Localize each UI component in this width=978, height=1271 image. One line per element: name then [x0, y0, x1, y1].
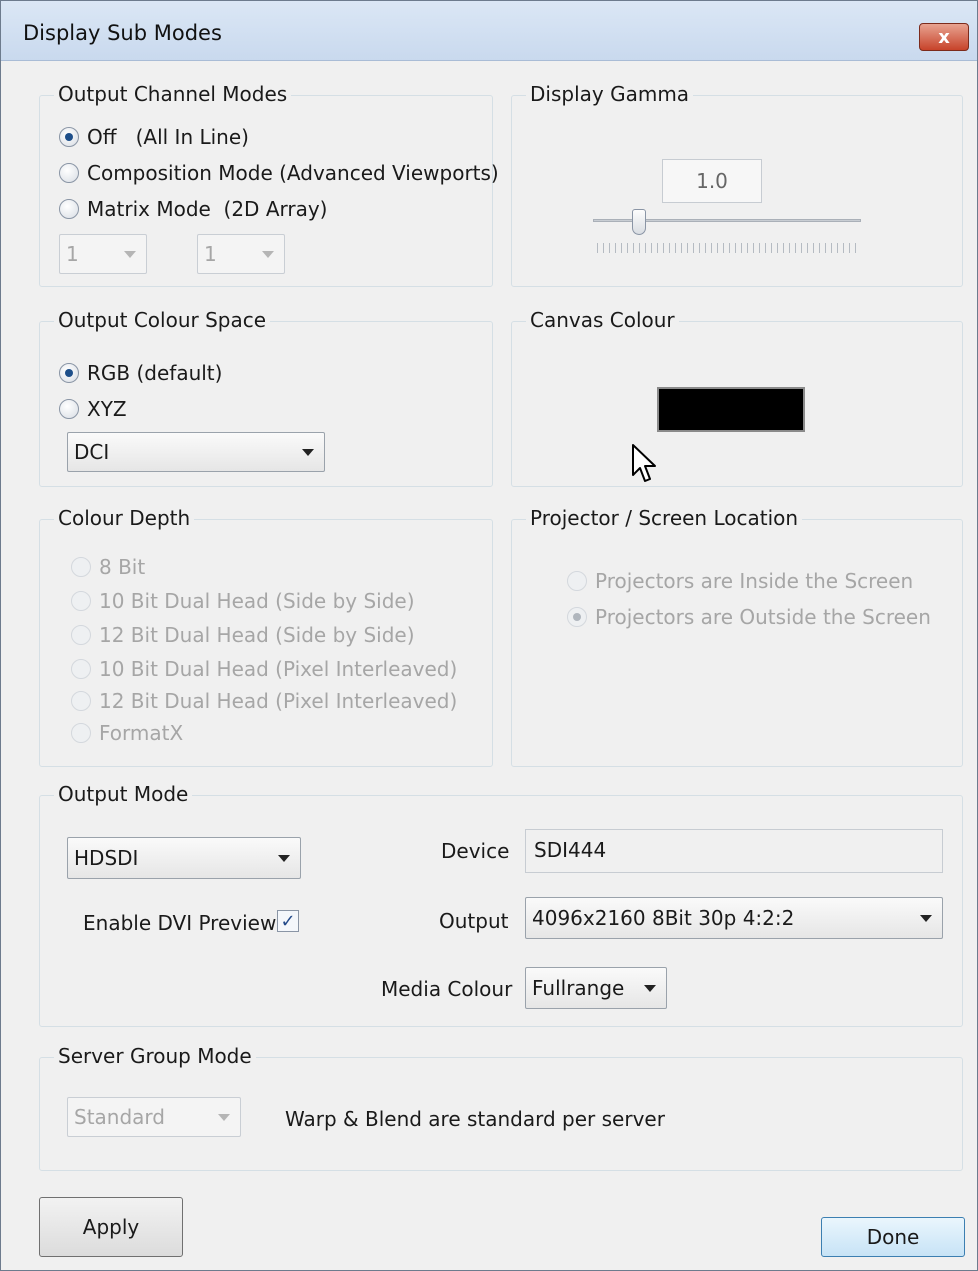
chevron-down-icon — [262, 251, 274, 258]
radio-rgb-label: RGB (default) — [87, 361, 223, 385]
server-group-mode-select[interactable]: Standard — [67, 1097, 241, 1137]
output-label: Output — [439, 909, 509, 933]
radio-outside-label: Projectors are Outside the Screen — [595, 605, 931, 629]
device-field: SDI444 — [525, 829, 943, 873]
radio-matrix-label: Matrix Mode (2D Array) — [87, 197, 328, 221]
device-value: SDI444 — [534, 838, 607, 862]
radio-8-bit-indicator[interactable] — [71, 557, 91, 577]
radio-matrix-mode[interactable]: Matrix Mode (2D Array) — [59, 197, 328, 221]
radio-xyz-label: XYZ — [87, 397, 127, 421]
radio-12-bit-pi-indicator[interactable] — [71, 691, 91, 711]
radio-xyz-indicator[interactable] — [59, 399, 79, 419]
close-button[interactable]: x — [919, 23, 969, 51]
radio-projectors-inside[interactable]: Projectors are Inside the Screen — [567, 569, 913, 593]
done-button[interactable]: Done — [821, 1217, 965, 1257]
apply-button[interactable]: Apply — [39, 1197, 183, 1257]
output-channel-modes-title: Output Channel Modes — [54, 82, 292, 106]
radio-10-bit-pixel-interleaved[interactable]: 10 Bit Dual Head (Pixel Interleaved) — [71, 657, 457, 681]
media-colour-label: Media Colour — [381, 977, 513, 1001]
radio-off[interactable]: Off (All In Line) — [59, 125, 249, 149]
done-button-label: Done — [866, 1225, 920, 1249]
radio-matrix-indicator[interactable] — [59, 199, 79, 219]
radio-formatx[interactable]: FormatX — [71, 721, 183, 745]
radio-xyz[interactable]: XYZ — [59, 397, 127, 421]
radio-outside-indicator[interactable] — [567, 607, 587, 627]
server-group-mode-title: Server Group Mode — [54, 1044, 256, 1068]
media-colour-value: Fullrange — [532, 976, 625, 1000]
media-colour-select[interactable]: Fullrange — [525, 967, 667, 1009]
device-label: Device — [441, 839, 510, 863]
output-format-select[interactable]: 4096x2160 8Bit 30p 4:2:2 — [525, 897, 943, 939]
mouse-cursor-icon — [632, 444, 656, 482]
title-bar: Display Sub Modes x — [1, 1, 977, 61]
chevron-down-icon — [920, 915, 932, 922]
radio-inside-label: Projectors are Inside the Screen — [595, 569, 914, 593]
server-group-description: Warp & Blend are standard per server — [285, 1107, 665, 1131]
radio-12-bit-sbs-indicator[interactable] — [71, 625, 91, 645]
radio-rgb[interactable]: RGB (default) — [59, 361, 222, 385]
gamma-value: 1.0 — [696, 169, 728, 193]
radio-inside-indicator[interactable] — [567, 571, 587, 591]
radio-composition-mode[interactable]: Composition Mode (Advanced Viewports) — [59, 161, 499, 185]
radio-10-bit-pi-indicator[interactable] — [71, 659, 91, 679]
chevron-down-icon — [644, 985, 656, 992]
display-sub-modes-dialog: Display Sub Modes x Output Channel Modes… — [0, 0, 978, 1271]
window-title: Display Sub Modes — [23, 21, 222, 45]
colour-space-select[interactable]: DCI — [67, 432, 325, 472]
radio-10-bit-sbs-label: 10 Bit Dual Head (Side by Side) — [99, 589, 415, 613]
output-mode-title: Output Mode — [54, 782, 193, 806]
output-mode-select[interactable]: HDSDI — [67, 837, 301, 879]
chevron-down-icon — [302, 449, 314, 456]
radio-12-bit-sbs-label: 12 Bit Dual Head (Side by Side) — [99, 623, 415, 647]
apply-button-label: Apply — [82, 1215, 140, 1239]
colour-depth-title: Colour Depth — [54, 506, 195, 530]
radio-12-bit-pi-label: 12 Bit Dual Head (Pixel Interleaved) — [99, 689, 458, 713]
radio-off-indicator[interactable] — [59, 127, 79, 147]
display-gamma-title: Display Gamma — [526, 82, 694, 106]
radio-10-bit-sbs-indicator[interactable] — [71, 591, 91, 611]
radio-projectors-outside[interactable]: Projectors are Outside the Screen — [567, 605, 931, 629]
radio-off-label: Off (All In Line) — [87, 125, 249, 149]
gamma-slider-thumb[interactable] — [631, 209, 646, 235]
output-mode-value: HDSDI — [74, 846, 139, 870]
gamma-value-field[interactable]: 1.0 — [662, 159, 762, 203]
close-icon: x — [938, 26, 950, 48]
radio-composition-label: Composition Mode (Advanced Viewports) — [87, 161, 499, 185]
gamma-slider-ticks — [597, 243, 857, 253]
radio-10-bit-side-by-side[interactable]: 10 Bit Dual Head (Side by Side) — [71, 589, 415, 613]
radio-8-bit[interactable]: 8 Bit — [71, 555, 145, 579]
canvas-colour-swatch[interactable] — [657, 387, 805, 432]
output-colour-space-title: Output Colour Space — [54, 308, 271, 332]
radio-rgb-indicator[interactable] — [59, 363, 79, 383]
radio-8-bit-label: 8 Bit — [99, 555, 146, 579]
canvas-colour-title: Canvas Colour — [526, 308, 679, 332]
radio-formatx-indicator[interactable] — [71, 723, 91, 743]
radio-formatx-label: FormatX — [99, 721, 184, 745]
radio-composition-indicator[interactable] — [59, 163, 79, 183]
server-group-mode-value: Standard — [74, 1105, 165, 1129]
matrix-columns-value: 1 — [66, 242, 79, 266]
chevron-down-icon — [218, 1114, 230, 1121]
matrix-rows-value: 1 — [204, 242, 217, 266]
projector-location-title: Projector / Screen Location — [526, 506, 803, 530]
matrix-columns-select[interactable]: 1 — [59, 234, 147, 274]
colour-space-value: DCI — [74, 440, 110, 464]
output-format-value: 4096x2160 8Bit 30p 4:2:2 — [532, 906, 795, 930]
radio-12-bit-pixel-interleaved[interactable]: 12 Bit Dual Head (Pixel Interleaved) — [71, 689, 457, 713]
matrix-rows-select[interactable]: 1 — [197, 234, 285, 274]
enable-dvi-preview-label: Enable DVI Preview — [83, 911, 277, 935]
enable-dvi-preview-checkbox[interactable]: ✓ — [277, 910, 299, 932]
projector-location-group: Projector / Screen Location — [511, 506, 963, 767]
checkmark-icon: ✓ — [280, 910, 296, 932]
chevron-down-icon — [124, 251, 136, 258]
chevron-down-icon — [278, 855, 290, 862]
radio-10-bit-pi-label: 10 Bit Dual Head (Pixel Interleaved) — [99, 657, 458, 681]
radio-12-bit-side-by-side[interactable]: 12 Bit Dual Head (Side by Side) — [71, 623, 415, 647]
